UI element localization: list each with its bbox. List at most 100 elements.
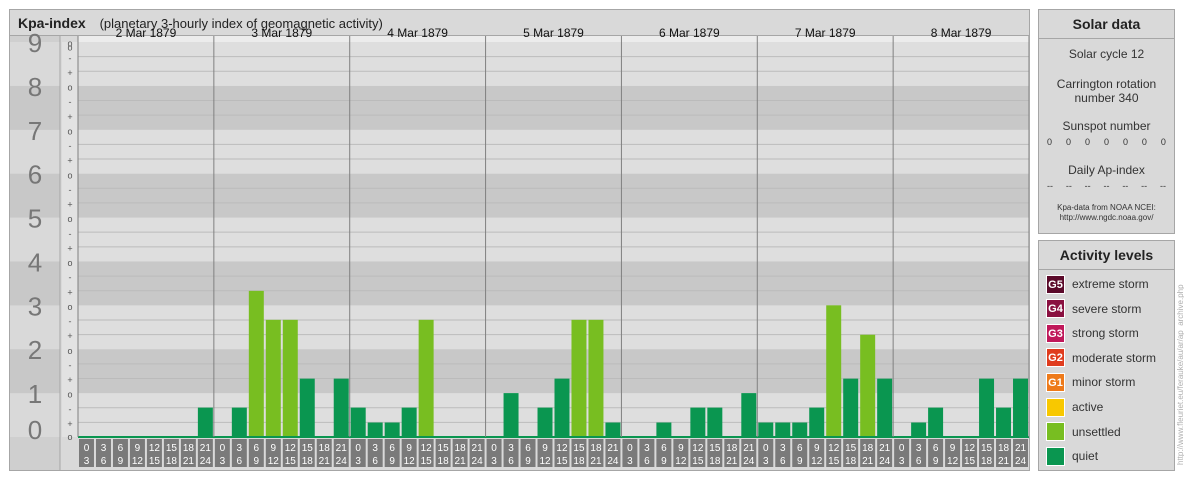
hour-label-end: 18 — [981, 456, 993, 467]
hour-label-start: 9 — [542, 443, 548, 454]
sub-tick-label: - — [69, 229, 72, 239]
hour-label-end: 18 — [166, 456, 178, 467]
hour-label-end: 3 — [220, 456, 226, 467]
hour-label-end: 15 — [828, 456, 840, 467]
activity-level-row: quiet — [1046, 446, 1098, 466]
kp-bar — [860, 334, 876, 437]
hour-label-end: 3 — [355, 456, 361, 467]
kp-bar — [588, 319, 604, 437]
y-tick-label: 2 — [28, 335, 42, 365]
hour-label-end: 6 — [916, 456, 922, 467]
sub-tick-label: o — [67, 170, 72, 180]
kp-bar — [231, 407, 247, 437]
kp-bar — [843, 378, 859, 437]
hour-label-end: 9 — [525, 456, 531, 467]
hour-label-end: 12 — [404, 456, 416, 467]
hour-label-end: 3 — [627, 456, 633, 467]
hour-label-start: 9 — [135, 443, 141, 454]
hour-label-start: 12 — [149, 443, 161, 454]
kp-bar — [826, 305, 842, 437]
y-tick-label: 0 — [28, 415, 42, 445]
sunspot-value: 0 — [1122, 137, 1128, 147]
y-band — [78, 217, 1029, 262]
kp-bar — [792, 422, 808, 437]
ap-value: -- — [1159, 181, 1166, 191]
kp-bar — [996, 407, 1012, 437]
kp-bar — [197, 407, 213, 437]
hour-label-end: 15 — [692, 456, 704, 467]
y-tick-label: 3 — [28, 291, 42, 321]
hour-label-start: 15 — [981, 443, 993, 454]
kp-bar — [877, 378, 893, 437]
hour-label-start: 6 — [254, 443, 260, 454]
hour-label-end: 21 — [590, 456, 602, 467]
hour-label-end: 6 — [508, 456, 514, 467]
hour-label-end: 3 — [763, 456, 769, 467]
sunspot-value: 0 — [1103, 137, 1109, 147]
hour-label-start: 6 — [661, 443, 667, 454]
sub-tick-label: - — [69, 97, 72, 107]
y-band — [78, 42, 1029, 86]
hour-label-end: 12 — [947, 456, 959, 467]
hour-label-end: 24 — [879, 456, 891, 467]
hour-label-start: 0 — [491, 443, 497, 454]
day-label: 8 Mar 1879 — [931, 26, 992, 40]
hour-label-end: 6 — [644, 456, 650, 467]
y-band — [78, 305, 1029, 350]
hour-label-start: 6 — [933, 443, 939, 454]
kp-bar — [979, 378, 995, 437]
hour-label-end: 6 — [101, 456, 107, 467]
hour-label-start: 18 — [862, 443, 874, 454]
sub-tick-label: o — [67, 390, 72, 400]
hour-label-start: 18 — [319, 443, 331, 454]
kp-bar — [248, 290, 264, 437]
hour-label-end: 24 — [1015, 456, 1027, 467]
hour-label-end: 9 — [797, 456, 803, 467]
ap-label: Daily Ap-index — [1068, 163, 1145, 177]
kp-bar — [418, 319, 434, 437]
hour-label-end: 18 — [573, 456, 585, 467]
activity-level-swatch — [1046, 422, 1065, 442]
sub-tick-label: - — [69, 317, 72, 327]
hour-label-end: 12 — [268, 456, 280, 467]
hour-label-end: 6 — [780, 456, 786, 467]
activity-level-label: extreme storm — [1072, 277, 1149, 291]
hour-label-start: 21 — [879, 443, 891, 454]
activity-level-row: active — [1046, 397, 1104, 417]
hour-label-start: 18 — [455, 443, 467, 454]
hour-label-start: 3 — [237, 443, 243, 454]
hour-label-end: 24 — [743, 456, 755, 467]
hour-label-end: 21 — [319, 456, 331, 467]
kp-bar — [503, 393, 519, 437]
hour-label-start: 21 — [336, 443, 348, 454]
day-label: 5 Mar 1879 — [523, 26, 584, 40]
kp-bar — [384, 422, 400, 437]
activity-level-row: unsettled — [1046, 422, 1121, 442]
carrington-rotation: Carrington rotation number 340 — [1039, 77, 1174, 105]
sub-tick-label: + — [67, 375, 72, 385]
hour-label-start: 18 — [183, 443, 195, 454]
sunspot-value: 0 — [1065, 137, 1071, 147]
y-tick-label: 1 — [28, 379, 42, 409]
kp-bar — [741, 393, 757, 437]
activity-level-row: G4 severe storm — [1046, 299, 1141, 319]
hour-label-end: 6 — [372, 456, 378, 467]
sub-tick-label: + — [67, 200, 72, 210]
hour-label-start: 21 — [200, 443, 212, 454]
y-band — [78, 129, 1029, 174]
hour-label-start: 6 — [525, 443, 531, 454]
ap-value: -- — [1141, 181, 1148, 191]
day-label: 6 Mar 1879 — [659, 26, 720, 40]
hour-label-end: 21 — [998, 456, 1010, 467]
activity-level-label: active — [1072, 400, 1104, 414]
hour-label-start: 18 — [726, 443, 738, 454]
hour-label-end: 12 — [132, 456, 144, 467]
sub-tick-label: - — [69, 185, 72, 195]
sunspot-value: 0 — [1084, 137, 1090, 147]
hour-label-start: 0 — [763, 443, 769, 454]
activity-level-row: G2 moderate storm — [1046, 348, 1156, 368]
kp-bar — [299, 378, 315, 437]
solar-cycle: Solar cycle 12 — [1068, 47, 1145, 61]
sub-tick-label: o — [67, 83, 72, 93]
kp-bar — [809, 407, 825, 437]
